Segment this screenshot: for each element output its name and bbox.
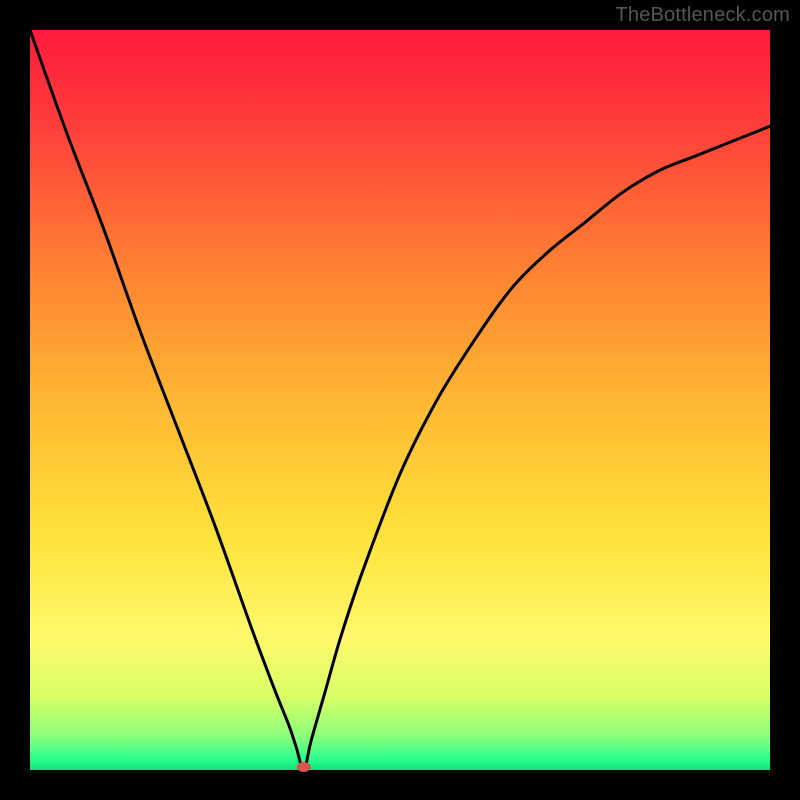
chart-frame: TheBottleneck.com	[0, 0, 800, 800]
minimum-marker	[297, 762, 311, 772]
bottleneck-plot	[0, 0, 800, 800]
watermark-text: TheBottleneck.com	[615, 4, 790, 27]
plot-area-rect	[30, 30, 770, 770]
